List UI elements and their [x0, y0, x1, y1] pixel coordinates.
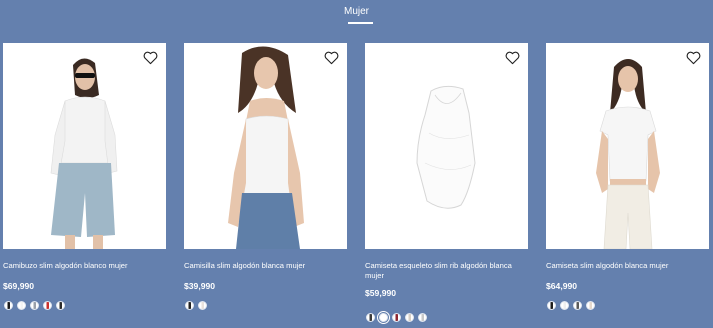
- color-swatch-model-beige-top-icon[interactable]: [405, 313, 414, 322]
- category-tabs: Mujer: [0, 0, 713, 36]
- color-swatches: [366, 311, 427, 324]
- product-title[interactable]: Camisilla slim algodón blanca mujer: [184, 261, 344, 271]
- heart-outline-icon[interactable]: [143, 51, 158, 65]
- product-title[interactable]: Camibuzo slim algodón blanco mujer: [3, 261, 163, 271]
- color-swatches: [547, 301, 595, 310]
- product-card[interactable]: Camibuzo slim algodón blanco mujer $69,9…: [3, 43, 166, 310]
- product-title[interactable]: Camiseta esqueleto slim rib algodón blan…: [365, 261, 525, 281]
- color-swatch-model-red-top-icon[interactable]: [392, 313, 401, 322]
- product-image[interactable]: [365, 43, 528, 249]
- color-swatch-model-light-top-icon[interactable]: [198, 301, 207, 310]
- color-swatch-model-white-top-icon[interactable]: [377, 311, 390, 324]
- color-swatch-model-white-top-icon[interactable]: [17, 301, 26, 310]
- color-swatch-model-black-top-icon[interactable]: [4, 301, 13, 310]
- tab-mujer[interactable]: Mujer: [0, 6, 713, 17]
- model-photo-illustration: [596, 59, 660, 249]
- color-swatch-model-white-top-icon[interactable]: [560, 301, 569, 310]
- product-card[interactable]: Camiseta esqueleto slim rib algodón blan…: [365, 43, 528, 324]
- model-photo-illustration: [50, 58, 118, 249]
- product-title[interactable]: Camiseta slim algodón blanca mujer: [546, 261, 706, 271]
- heart-outline-icon[interactable]: [686, 51, 701, 65]
- color-swatch-model-red-top-icon[interactable]: [43, 301, 52, 310]
- color-swatch-model-grey-top-icon[interactable]: [30, 301, 39, 310]
- color-swatch-model-grey-top-icon[interactable]: [418, 313, 427, 322]
- color-swatches: [4, 301, 65, 310]
- product-price: $59,990: [365, 288, 397, 298]
- color-swatch-model-dark-top-icon[interactable]: [573, 301, 582, 310]
- color-swatch-model-black-top-icon[interactable]: [185, 301, 194, 310]
- active-tab-indicator: [348, 22, 373, 24]
- model-photo-illustration: [228, 46, 304, 249]
- product-price: $69,990: [3, 281, 35, 291]
- color-swatch-model-dark-top-icon[interactable]: [56, 301, 65, 310]
- color-swatch-model-dark-top-icon[interactable]: [366, 313, 375, 322]
- product-card[interactable]: Camiseta slim algodón blanca mujer $64,9…: [546, 43, 709, 310]
- color-swatch-model-beige-top-icon[interactable]: [586, 301, 595, 310]
- product-price: $39,990: [184, 281, 216, 291]
- color-swatches: [185, 301, 207, 310]
- product-price: $64,990: [546, 281, 578, 291]
- product-image[interactable]: [3, 43, 166, 249]
- product-card[interactable]: Camisilla slim algodón blanca mujer $39,…: [184, 43, 347, 310]
- heart-outline-icon[interactable]: [505, 51, 520, 65]
- flat-garment-illustration: [416, 85, 476, 209]
- product-image[interactable]: [546, 43, 709, 249]
- heart-outline-icon[interactable]: [324, 51, 339, 65]
- color-swatch-model-black-top-icon[interactable]: [547, 301, 556, 310]
- product-image[interactable]: [184, 43, 347, 249]
